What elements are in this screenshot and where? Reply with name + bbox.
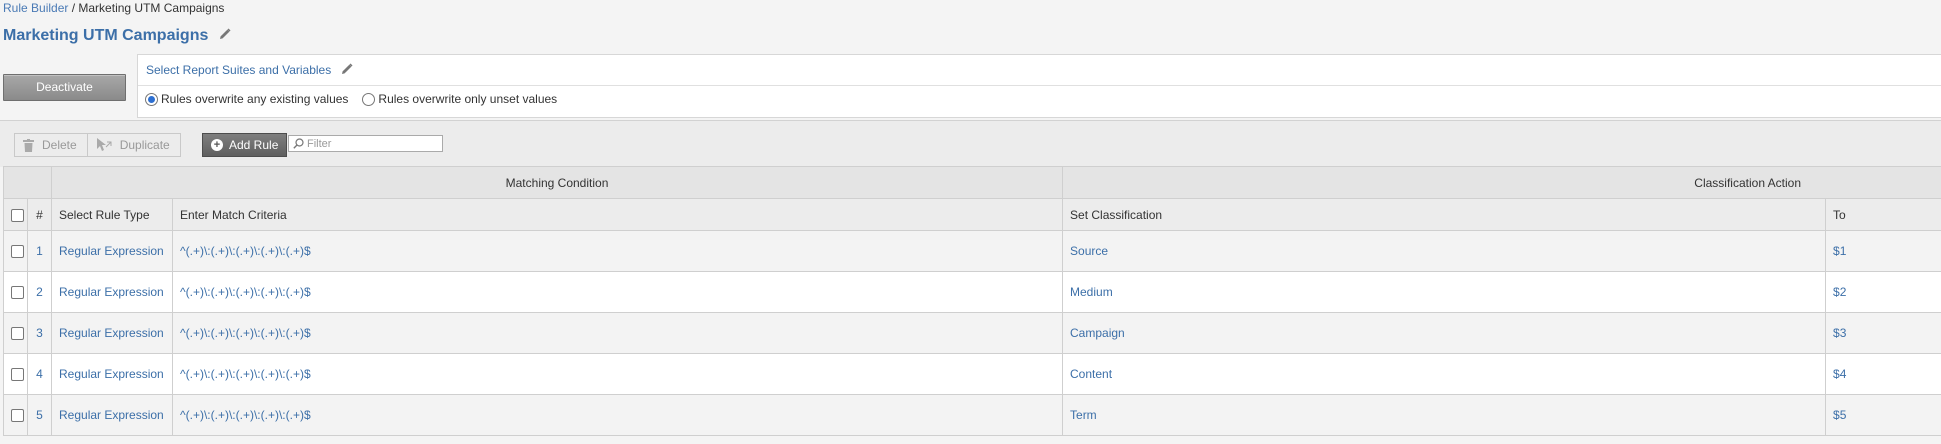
column-header-match-criteria: Enter Match Criteria [171,198,1064,231]
settings-divider [138,85,1941,86]
match-criteria-cell[interactable]: ^(.+)\:(.+)\:(.+)\:(.+)\:(.+)$ [171,312,1064,354]
duplicate-icon [96,138,112,151]
group-header-spacer [3,166,52,199]
classification-cell[interactable]: Medium [1062,271,1827,313]
page-title: Marketing UTM Campaigns [3,27,209,45]
row-number: 5 [27,394,52,436]
rule-type-cell[interactable]: Regular Expression [51,312,173,354]
overwrite-unset-label[interactable]: Rules overwrite only unset values [378,92,557,106]
settings-panel: Select Report Suites and Variables Rules… [137,54,1941,118]
edit-settings-pencil-icon[interactable] [341,63,353,78]
table-row[interactable]: 2 Regular Expression ^(.+)\:(.+)\:(.+)\:… [3,271,1941,313]
row-select-cell [3,394,28,436]
column-header-number: # [27,198,52,231]
overwrite-any-radio[interactable] [145,92,158,106]
table-row[interactable]: 1 Regular Expression ^(.+)\:(.+)\:(.+)\:… [3,230,1941,272]
row-actions-group: Delete Duplicate [14,133,181,157]
table-row[interactable]: 4 Regular Expression ^(.+)\:(.+)\:(.+)\:… [3,353,1941,395]
rule-type-cell[interactable]: Regular Expression [51,394,173,436]
search-icon [293,138,304,149]
matching-condition-header: Matching Condition [50,166,1064,199]
overwrite-any-label[interactable]: Rules overwrite any existing values [161,92,348,106]
classification-action-header: Classification Action [1062,166,1941,199]
page-title-container: Marketing UTM Campaigns [3,26,231,46]
row-checkbox[interactable] [11,327,24,341]
breadcrumb: Rule Builder / Marketing UTM Campaigns [3,0,224,16]
plus-icon: + [211,139,223,151]
breadcrumb-separator: / [68,1,79,15]
row-checkbox[interactable] [11,409,24,423]
row-select-cell [3,312,28,354]
row-select-cell [3,353,28,395]
row-number: 4 [27,353,52,395]
row-select-cell [3,230,28,272]
to-cell[interactable]: $1 [1825,230,1941,272]
overwrite-unset-radio[interactable] [362,92,376,106]
filter-input[interactable] [304,137,427,150]
match-criteria-cell[interactable]: ^(.+)\:(.+)\:(.+)\:(.+)\:(.+)$ [171,271,1064,313]
row-checkbox[interactable] [11,245,24,259]
rule-type-cell[interactable]: Regular Expression [51,271,173,313]
rule-type-cell[interactable]: Regular Expression [51,230,173,272]
to-cell[interactable]: $4 [1825,353,1941,395]
breadcrumb-current: Marketing UTM Campaigns [78,1,225,15]
select-all-checkbox[interactable] [11,208,24,222]
overwrite-options: Rules overwrite any existing values Rule… [145,92,557,106]
add-rule-label: Add Rule [229,138,279,152]
match-criteria-cell[interactable]: ^(.+)\:(.+)\:(.+)\:(.+)\:(.+)$ [171,394,1064,436]
table-row[interactable]: 3 Regular Expression ^(.+)\:(.+)\:(.+)\:… [3,312,1941,354]
deactivate-button[interactable]: Deactivate [3,74,126,101]
row-select-cell [3,271,28,313]
duplicate-label: Duplicate [119,138,170,152]
table-row[interactable]: 5 Regular Expression ^(.+)\:(.+)\:(.+)\:… [3,394,1941,436]
row-checkbox[interactable] [11,368,24,382]
delete-button[interactable]: Delete [14,133,88,157]
column-header-to: To [1825,198,1941,231]
to-cell[interactable]: $3 [1825,312,1941,354]
edit-title-pencil-icon[interactable] [219,26,231,46]
column-header-rule-type: Select Rule Type [51,198,173,231]
classification-cell[interactable]: Term [1062,394,1827,436]
add-rule-button[interactable]: + Add Rule [202,133,288,157]
column-header-set-classification: Set Classification [1062,198,1827,231]
select-report-suites-link[interactable]: Select Report Suites and Variables [146,63,331,77]
row-number: 2 [27,271,52,313]
to-cell[interactable]: $5 [1825,394,1941,436]
delete-label: Delete [42,138,77,152]
rule-type-cell[interactable]: Regular Expression [51,353,173,395]
to-cell[interactable]: $2 [1825,271,1941,313]
filter-box [288,135,443,152]
group-header-row: Matching Condition Classification Action [3,166,1941,199]
row-number: 1 [27,230,52,272]
duplicate-button[interactable]: Duplicate [87,133,181,157]
rules-toolbar: Delete Duplicate + Add Rule [0,120,1941,167]
rules-table: Matching Condition Classification Action… [3,166,1941,436]
trash-icon [23,138,34,152]
match-criteria-cell[interactable]: ^(.+)\:(.+)\:(.+)\:(.+)\:(.+)$ [171,230,1064,272]
select-report-suites-link-container: Select Report Suites and Variables [146,63,353,78]
select-all-cell [3,198,28,231]
column-header-row: # Select Rule Type Enter Match Criteria … [3,198,1941,231]
classification-cell[interactable]: Source [1062,230,1827,272]
classification-cell[interactable]: Content [1062,353,1827,395]
row-checkbox[interactable] [11,286,24,300]
match-criteria-cell[interactable]: ^(.+)\:(.+)\:(.+)\:(.+)\:(.+)$ [171,353,1064,395]
classification-cell[interactable]: Campaign [1062,312,1827,354]
row-number: 3 [27,312,52,354]
breadcrumb-rule-builder-link[interactable]: Rule Builder [3,1,68,15]
